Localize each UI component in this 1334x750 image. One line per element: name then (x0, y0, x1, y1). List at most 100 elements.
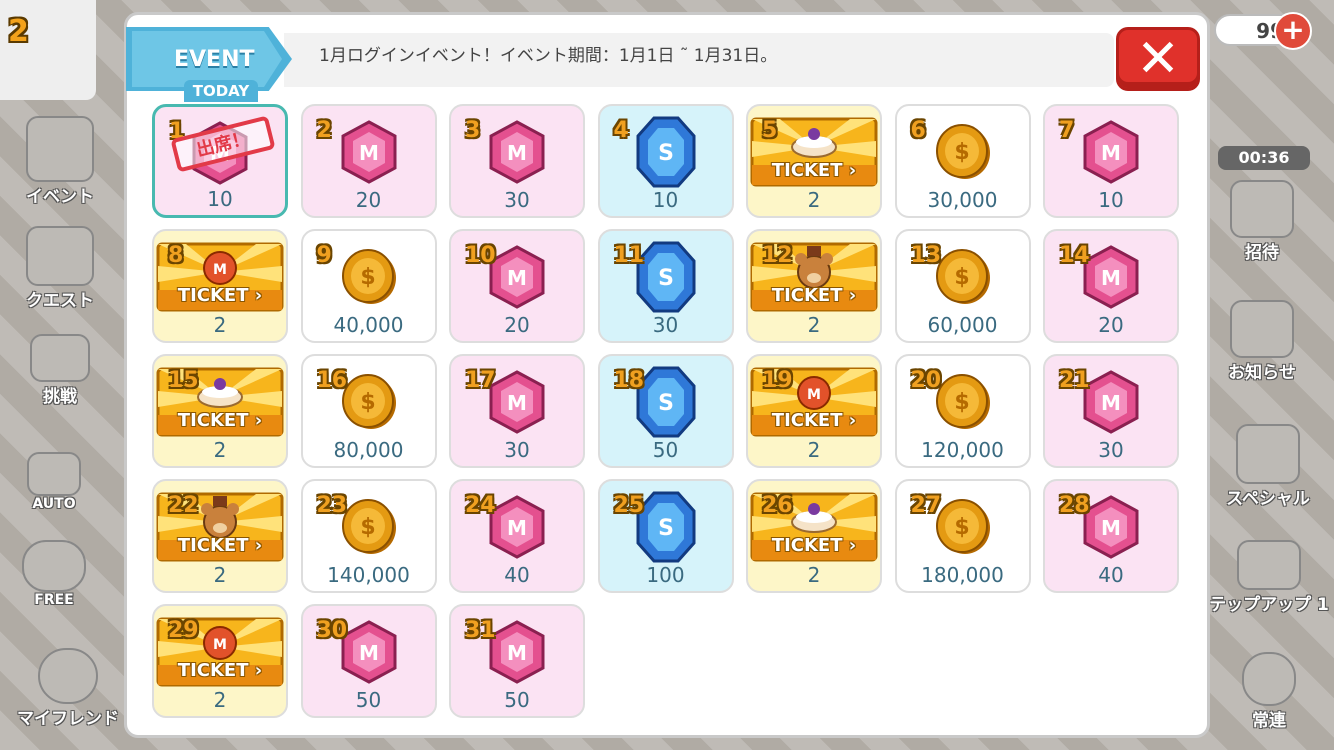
reward-amount: 180,000 (921, 563, 1004, 587)
reward-day-15[interactable]: 15 TICKET › 2 (152, 354, 288, 468)
reward-day-8[interactable]: 8 M TICKET › 2 (152, 229, 288, 343)
svg-text:$: $ (360, 390, 375, 415)
reward-day-6[interactable]: 6 $30,000 (894, 104, 1031, 218)
m-gem-icon: M (1083, 245, 1139, 309)
day-number: 15 (168, 368, 199, 393)
reward-amount: 2 (213, 438, 227, 462)
day-number: 3 (465, 118, 481, 143)
menu-special-label: スペシャル (1226, 489, 1310, 509)
coin-icon: $ (935, 499, 990, 554)
m-gem-icon: M (489, 370, 545, 434)
day-number: 2 (316, 118, 332, 143)
menu-auto[interactable]: AUTO (14, 452, 94, 512)
coin-icon: $ (341, 249, 396, 304)
day-number: 9 (316, 243, 332, 268)
menu-stepup[interactable]: テップアップ 1 (1206, 540, 1332, 615)
news-icon (1230, 300, 1294, 358)
reward-day-17[interactable]: 17 M 30 (449, 354, 585, 468)
reward-day-31[interactable]: 31 M 50 (449, 604, 585, 718)
svg-text:M: M (507, 266, 527, 290)
menu-news-label: お知らせ (1228, 363, 1296, 383)
reward-day-20[interactable]: 20 $120,000 (894, 354, 1031, 468)
menu-myfriend[interactable]: マイフレンド (8, 648, 128, 729)
reward-day-22[interactable]: 22 TICKET › 2 (152, 479, 288, 593)
m-gem-icon: M (1083, 120, 1139, 184)
reward-day-26[interactable]: 26 TICKET › 2 (746, 479, 882, 593)
reward-day-2[interactable]: 2 M 20 (300, 104, 437, 218)
day-number: 11 (613, 243, 645, 268)
day-number: 21 (1059, 368, 1090, 393)
add-currency-button[interactable]: + (1274, 12, 1312, 50)
reward-day-27[interactable]: 27 $180,000 (894, 479, 1031, 593)
day-number: 25 (613, 493, 645, 518)
reward-day-5[interactable]: 5 TICKET › 2 (746, 104, 882, 218)
reward-day-11[interactable]: 11 S 30 (597, 229, 734, 343)
reward-amount: 2 (213, 313, 227, 337)
svg-text:M: M (507, 391, 527, 415)
day-number: 7 (1059, 118, 1075, 143)
modal-header: EVENT 1月ログインイベント！イベント期間：1月1日 ˜ 1月31日。 (124, 27, 1210, 91)
reward-day-24[interactable]: 24 M 40 (449, 479, 585, 593)
reward-day-10[interactable]: 10 M 20 (449, 229, 585, 343)
reward-day-23[interactable]: 23 $140,000 (300, 479, 437, 593)
m-gem-icon: M (1083, 370, 1139, 434)
reward-amount: 30 (504, 438, 530, 462)
reward-day-7[interactable]: 7 M 10 (1043, 104, 1179, 218)
s-gem-icon: S (636, 366, 695, 438)
reward-day-28[interactable]: 28 M 40 (1043, 479, 1179, 593)
reward-amount: 20 (355, 188, 382, 212)
ticket-word: TICKET › (177, 410, 263, 431)
day-number: 31 (465, 618, 496, 643)
svg-text:S: S (658, 516, 674, 541)
reward-day-16[interactable]: 16 $80,000 (300, 354, 437, 468)
menu-news[interactable]: お知らせ (1212, 300, 1312, 383)
menu-free[interactable]: FREE (14, 540, 94, 608)
svg-text:M: M (1101, 141, 1121, 165)
timer: 00:36 (1218, 146, 1310, 170)
s-gem-icon: S (636, 241, 695, 313)
menu-challenge[interactable]: 挑戦 (14, 334, 106, 407)
reward-day-14[interactable]: 14 M 20 (1043, 229, 1179, 343)
reward-day-12[interactable]: 12 TICKET › 2 (746, 229, 882, 343)
day-number: 22 (168, 493, 199, 518)
reward-day-1[interactable]: 1M10出席！ (152, 104, 288, 218)
svg-text:M: M (507, 516, 527, 540)
close-button[interactable]: ✕ (1116, 27, 1200, 91)
reward-day-25[interactable]: 25 S 100 (597, 479, 734, 593)
reward-day-30[interactable]: 30 M 50 (300, 604, 437, 718)
reward-day-4[interactable]: 4 S 10 (597, 104, 734, 218)
menu-regular[interactable]: 常連 (1224, 652, 1314, 731)
ticket-word: TICKET › (771, 160, 857, 181)
svg-text:M: M (1101, 391, 1121, 415)
menu-free-label: FREE (34, 592, 74, 608)
reward-amount: 60,000 (927, 313, 998, 337)
reward-amount: 100 (646, 563, 685, 587)
menu-event[interactable]: イベント (14, 116, 106, 207)
menu-regular-label: 常連 (1252, 711, 1286, 731)
reward-amount: 20 (504, 313, 530, 337)
s-gem-icon: S (636, 491, 695, 563)
svg-text:$: $ (360, 515, 375, 540)
reward-amount: 50 (652, 438, 679, 462)
reward-day-9[interactable]: 9 $40,000 (300, 229, 437, 343)
reward-day-3[interactable]: 3 M 30 (449, 104, 585, 218)
svg-text:$: $ (954, 390, 969, 415)
reward-day-19[interactable]: 19 M TICKET › 2 (746, 354, 882, 468)
reward-amount: 40,000 (333, 313, 404, 337)
menu-quest[interactable]: クエスト (14, 226, 106, 311)
reward-day-18[interactable]: 18 S 50 (597, 354, 734, 468)
svg-text:M: M (359, 641, 379, 665)
menu-stepup-label: テップアップ 1 (1209, 595, 1329, 615)
m-gem-icon: M (341, 620, 396, 684)
reward-amount: 10 (207, 187, 233, 211)
day-number: 30 (316, 618, 348, 643)
reward-day-29[interactable]: 29 M TICKET › 2 (152, 604, 288, 718)
reward-amount: 50 (504, 688, 530, 712)
menu-invite[interactable]: 招待 (1212, 180, 1312, 263)
reward-day-13[interactable]: 13 $60,000 (894, 229, 1031, 343)
today-label: TODAY (184, 80, 258, 102)
svg-text:$: $ (954, 515, 969, 540)
reward-day-21[interactable]: 21 M 30 (1043, 354, 1179, 468)
day-number: 24 (465, 493, 496, 518)
menu-special[interactable]: スペシャル (1208, 424, 1328, 509)
